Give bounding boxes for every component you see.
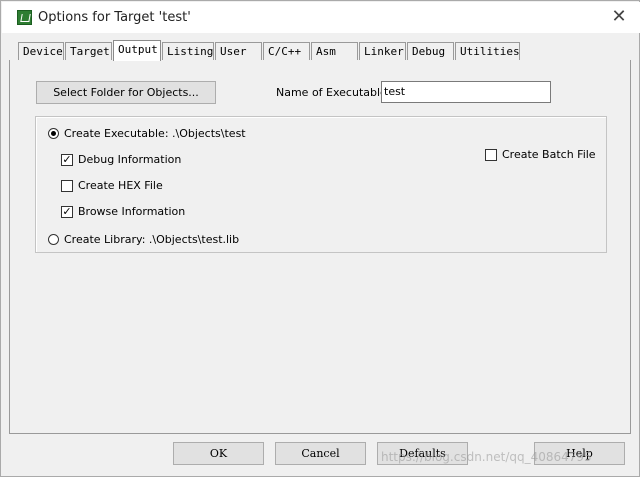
create-hex-file-label: Create HEX File xyxy=(78,179,163,192)
tab-linker[interactable]: Linker xyxy=(359,42,406,60)
tab-target[interactable]: Target xyxy=(65,42,112,60)
tab-device[interactable]: Device xyxy=(18,42,64,60)
create-executable-label: Create Executable: .\Objects\test xyxy=(64,127,246,140)
debug-information-label: Debug Information xyxy=(78,153,182,166)
tab-user[interactable]: User xyxy=(215,42,262,60)
close-icon[interactable]: ✕ xyxy=(609,7,629,27)
select-folder-for-objects-button[interactable]: Select Folder for Objects... xyxy=(36,81,216,104)
keil-app-icon xyxy=(17,10,32,25)
cancel-button[interactable]: Cancel xyxy=(275,442,366,465)
window-title: Options for Target 'test' xyxy=(38,10,191,25)
create-library-radio[interactable] xyxy=(48,234,59,245)
create-batch-file-checkbox[interactable] xyxy=(485,149,497,161)
tab-asm[interactable]: Asm xyxy=(311,42,358,60)
tab-output[interactable]: Output xyxy=(113,40,161,61)
ok-button[interactable]: OK xyxy=(173,442,264,465)
tab-c-cpp[interactable]: C/C++ xyxy=(263,42,310,60)
create-hex-file-checkbox[interactable] xyxy=(61,180,73,192)
browse-information-label: Browse Information xyxy=(78,205,186,218)
tab-debug[interactable]: Debug xyxy=(407,42,454,60)
watermark-text: https://blog.csdn.net/qq_40864795 xyxy=(381,450,592,464)
name-of-executable-label: Name of Executable: xyxy=(276,86,391,99)
create-executable-radio[interactable] xyxy=(48,128,59,139)
create-library-label: Create Library: .\Objects\test.lib xyxy=(64,233,240,246)
browse-information-checkbox[interactable]: ✓ xyxy=(61,206,73,218)
options-dialog: Options for Target 'test' ✕ Device Targe… xyxy=(0,0,640,477)
create-batch-file-label: Create Batch File xyxy=(502,148,596,161)
debug-information-checkbox[interactable]: ✓ xyxy=(61,154,73,166)
tab-utilities[interactable]: Utilities xyxy=(455,42,520,60)
name-of-executable-input[interactable]: test xyxy=(381,81,551,103)
tab-listing[interactable]: Listing xyxy=(162,42,214,60)
